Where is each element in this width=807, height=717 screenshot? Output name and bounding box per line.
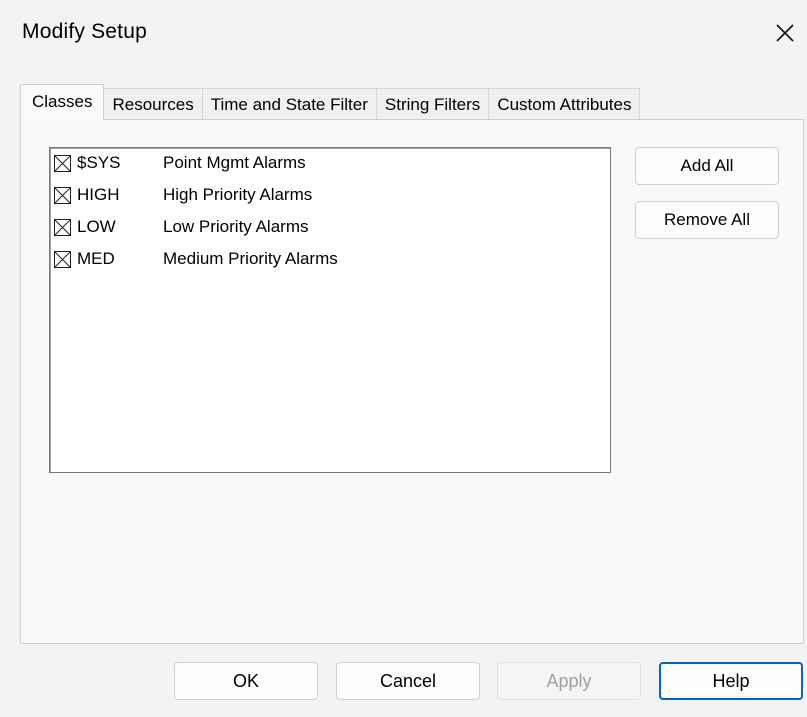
add-all-button[interactable]: Add All: [635, 147, 779, 185]
cancel-button[interactable]: Cancel: [336, 662, 480, 700]
list-item[interactable]: LOW Low Priority Alarms: [54, 216, 308, 238]
checkbox[interactable]: [54, 250, 71, 268]
title-bar: Modify Setup: [0, 0, 807, 68]
checkbox[interactable]: [54, 154, 71, 172]
checkbox-cross-icon: [55, 155, 70, 171]
class-code: $SYS: [77, 153, 121, 172]
class-description: Low Priority Alarms: [163, 217, 309, 236]
close-icon: [776, 24, 794, 42]
checkbox-cross-icon: [55, 219, 70, 235]
class-code: HIGH: [77, 185, 120, 204]
list-item[interactable]: $SYS Point Mgmt Alarms: [54, 152, 306, 174]
close-button[interactable]: [763, 10, 807, 56]
classes-listbox[interactable]: $SYS Point Mgmt Alarms HIGH High Priorit…: [49, 147, 611, 473]
apply-button[interactable]: Apply: [497, 662, 641, 700]
class-code: MED: [77, 249, 115, 268]
ok-button[interactable]: OK: [174, 662, 318, 700]
class-description: Medium Priority Alarms: [163, 249, 338, 268]
tab-resources[interactable]: Resources: [103, 88, 203, 120]
class-code: LOW: [77, 217, 116, 236]
list-item[interactable]: MED Medium Priority Alarms: [54, 248, 338, 270]
remove-all-button[interactable]: Remove All: [635, 201, 779, 239]
list-item[interactable]: HIGH High Priority Alarms: [54, 184, 312, 206]
checkbox[interactable]: [54, 218, 71, 236]
help-button[interactable]: Help: [659, 662, 803, 700]
tab-strip: Classes Resources Time and State Filter …: [20, 84, 641, 120]
classes-panel: $SYS Point Mgmt Alarms HIGH High Priorit…: [20, 119, 804, 644]
tab-classes[interactable]: Classes: [20, 84, 105, 120]
class-description: High Priority Alarms: [163, 185, 313, 204]
checkbox[interactable]: [54, 186, 71, 204]
class-description: Point Mgmt Alarms: [163, 153, 306, 172]
dialog-title: Modify Setup: [22, 20, 147, 43]
tab-custom-attributes[interactable]: Custom Attributes: [488, 88, 641, 120]
tab-string-filters[interactable]: String Filters: [375, 88, 490, 120]
checkbox-cross-icon: [55, 251, 70, 267]
checkbox-cross-icon: [55, 187, 70, 203]
tab-time-and-state-filter[interactable]: Time and State Filter: [201, 88, 377, 120]
